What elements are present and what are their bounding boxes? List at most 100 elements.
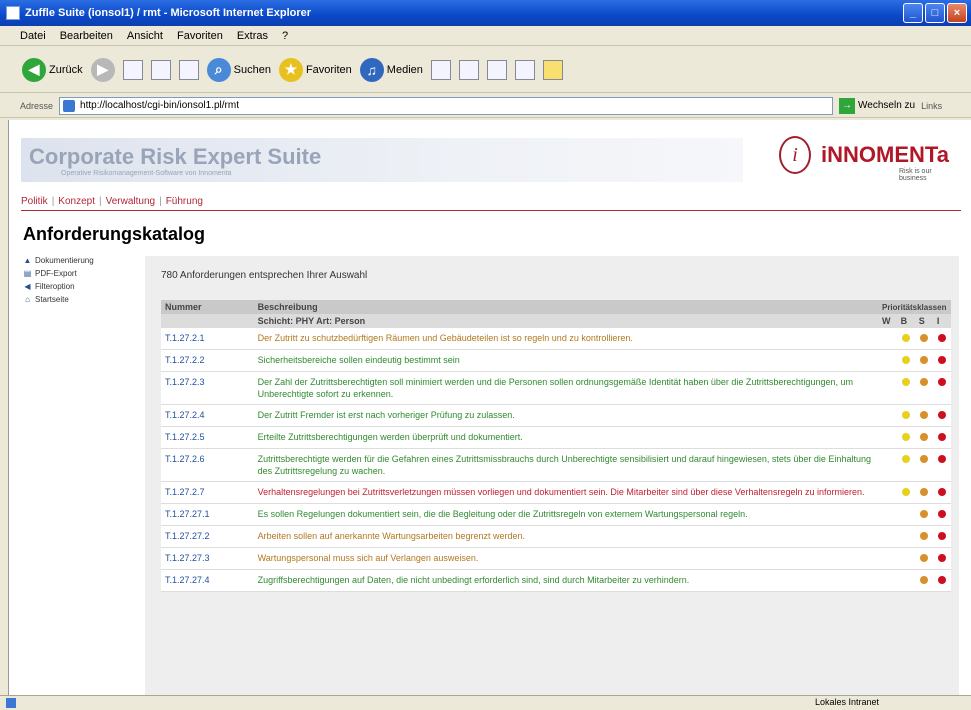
requirement-number[interactable]: T.1.27.2.1 <box>161 328 254 350</box>
requirement-number[interactable]: T.1.27.27.4 <box>161 569 254 592</box>
menu-datei[interactable]: Datei <box>20 30 46 42</box>
requirement-description: Der Zahl der Zutrittsberechtigten soll m… <box>253 371 878 405</box>
requirement-number[interactable]: T.1.27.2.5 <box>161 426 254 449</box>
table-row[interactable]: T.1.27.27.1 Es sollen Regelungen dokument… <box>161 503 951 526</box>
priority-dot-icon <box>901 433 910 441</box>
prio-cell <box>896 481 915 504</box>
prio-cell <box>932 525 951 548</box>
links-label[interactable]: Links <box>921 101 942 111</box>
nav-politik[interactable]: Politik <box>21 196 48 207</box>
stop-icon[interactable] <box>122 59 143 80</box>
forward-button[interactable]: ▶ <box>90 57 115 82</box>
go-button[interactable]: → Wechseln zu <box>839 97 915 114</box>
priority-dot-icon <box>919 411 928 419</box>
table-row[interactable]: T.1.27.2.6 Zutrittsberechtigte werden für… <box>161 448 951 482</box>
prio-cell <box>896 328 915 350</box>
go-arrow-icon: → <box>839 97 856 114</box>
results-count: 780 Anforderungen entsprechen Ihrer Ausw… <box>161 270 368 281</box>
prio-cell <box>896 448 915 482</box>
table-row[interactable]: T.1.27.2.4 Der Zutritt Fremder ist erst n… <box>161 404 951 427</box>
requirement-description: Zugriffsberechtigungen auf Daten, die ni… <box>253 569 878 592</box>
col-number-header[interactable]: Nummer <box>161 300 254 314</box>
prio-cell <box>932 503 951 526</box>
history-icon[interactable] <box>430 59 451 80</box>
media-button[interactable]: ♫ Medien <box>359 57 423 82</box>
sidebar-item-pdf-export[interactable]: ▤ PDF-Export <box>23 267 133 280</box>
table-row[interactable]: T.1.27.2.2 Sicherheitsbereiche sollen ein… <box>161 349 951 372</box>
home-icon[interactable] <box>178 59 199 80</box>
sidebar-item-startseite[interactable]: ⌂ Startseite <box>23 293 133 306</box>
requirement-number[interactable]: T.1.27.27.1 <box>161 503 254 526</box>
nav-konzept[interactable]: Konzept <box>58 196 95 207</box>
menu-bearbeiten[interactable]: Bearbeiten <box>60 30 113 42</box>
prio-cell <box>932 426 951 449</box>
prio-w-cell <box>877 481 897 504</box>
page-title: Anforderungskatalog <box>23 224 206 244</box>
back-button[interactable]: ◀ Zurück <box>22 57 83 82</box>
menu-help[interactable]: ? <box>282 30 288 42</box>
page-viewport[interactable]: Corporate Risk Expert Suite Operative Ri… <box>8 120 971 695</box>
logo-wordmark: iNNOMENTa <box>821 142 949 167</box>
brand-title: Corporate Risk Expert Suite <box>29 144 322 169</box>
table-row[interactable]: T.1.27.27.3 Wartungspersonal muss sich au… <box>161 547 951 570</box>
nav-verwaltung[interactable]: Verwaltung <box>106 196 155 207</box>
star-icon: ★ <box>278 57 303 82</box>
close-button[interactable]: × <box>947 3 967 23</box>
prio-cell <box>896 371 915 405</box>
priority-dot-icon <box>901 455 910 463</box>
back-arrow-icon: ◀ <box>22 57 46 82</box>
requirement-number[interactable]: T.1.27.27.3 <box>161 547 254 570</box>
table-row[interactable]: T.1.27.27.4 Zugriffsberechtigungen auf Da… <box>161 569 951 592</box>
col-description-header[interactable]: Beschreibung <box>253 300 878 314</box>
prio-cell <box>914 404 933 427</box>
requirement-number[interactable]: T.1.27.2.2 <box>161 349 254 372</box>
priority-dot-icon <box>901 334 910 342</box>
refresh-icon[interactable] <box>150 59 171 80</box>
folder-icon[interactable] <box>542 59 563 80</box>
col-priority-header: Prioritätsklassen <box>877 300 951 314</box>
edit-icon[interactable] <box>514 59 535 80</box>
prio-s-header: S <box>914 314 933 328</box>
printer-icon: ▤ <box>23 269 32 278</box>
sidebar: ▲ Dokumentierung ▤ PDF-Export ◀ Filterop… <box>23 254 133 306</box>
page-status-icon <box>6 698 16 708</box>
requirement-description: Es sollen Regelungen dokumentiert sein, … <box>253 503 878 526</box>
prio-w-cell <box>877 547 897 570</box>
prio-cell <box>932 371 951 405</box>
sidebar-item-filter[interactable]: ◀ Filteroption <box>23 280 133 293</box>
table-row[interactable]: T.1.27.2.5 Erteilte Zutrittsberechtigunge… <box>161 426 951 449</box>
priority-dot-icon <box>937 356 946 364</box>
table-row[interactable]: T.1.27.2.7 Verhaltensregelungen bei Zutri… <box>161 481 951 504</box>
prio-w-cell <box>877 569 897 592</box>
priority-dot-icon <box>919 378 928 386</box>
nav-fuehrung[interactable]: Führung <box>166 196 203 207</box>
table-row[interactable]: T.1.27.2.3 Der Zahl der Zutrittsberechtig… <box>161 371 951 405</box>
logo-tagline: Risk is our business <box>899 168 932 182</box>
minimize-button[interactable]: _ <box>903 3 923 23</box>
prio-w-cell <box>877 525 897 548</box>
menu-favoriten[interactable]: Favoriten <box>177 30 223 42</box>
prio-cell <box>932 481 951 504</box>
requirement-number[interactable]: T.1.27.27.2 <box>161 525 254 548</box>
sidebar-item-dokumentierung[interactable]: ▲ Dokumentierung <box>23 254 133 267</box>
mail-icon[interactable] <box>458 59 479 80</box>
top-navigation: Politik | Konzept | Verwaltung | Führung <box>21 196 203 207</box>
table-row[interactable]: T.1.27.27.2 Arbeiten sollen auf anerkannt… <box>161 525 951 548</box>
menu-ansicht[interactable]: Ansicht <box>127 30 163 42</box>
favorites-button[interactable]: ★ Favoriten <box>278 57 352 82</box>
maximize-button[interactable]: □ <box>925 3 945 23</box>
requirement-number[interactable]: T.1.27.2.3 <box>161 371 254 405</box>
requirement-number[interactable]: T.1.27.2.7 <box>161 481 254 504</box>
media-icon: ♫ <box>359 57 384 82</box>
search-button[interactable]: ⌕ Suchen <box>206 57 271 82</box>
prio-cell <box>932 547 951 570</box>
print-icon[interactable] <box>486 59 507 80</box>
table-row[interactable]: T.1.27.2.1 Der Zutritt zu schutzbedürftig… <box>161 328 951 350</box>
menu-extras[interactable]: Extras <box>237 30 268 42</box>
requirement-number[interactable]: T.1.27.2.6 <box>161 448 254 482</box>
priority-dot-icon <box>919 433 928 441</box>
address-input[interactable]: http://localhost/cgi-bin/ionsol1.pl/rmt <box>59 96 834 115</box>
requirement-description: Wartungspersonal muss sich auf Verlangen… <box>253 547 878 570</box>
requirement-description: Erteilte Zutrittsberechtigungen werden ü… <box>253 426 878 449</box>
requirement-number[interactable]: T.1.27.2.4 <box>161 404 254 427</box>
